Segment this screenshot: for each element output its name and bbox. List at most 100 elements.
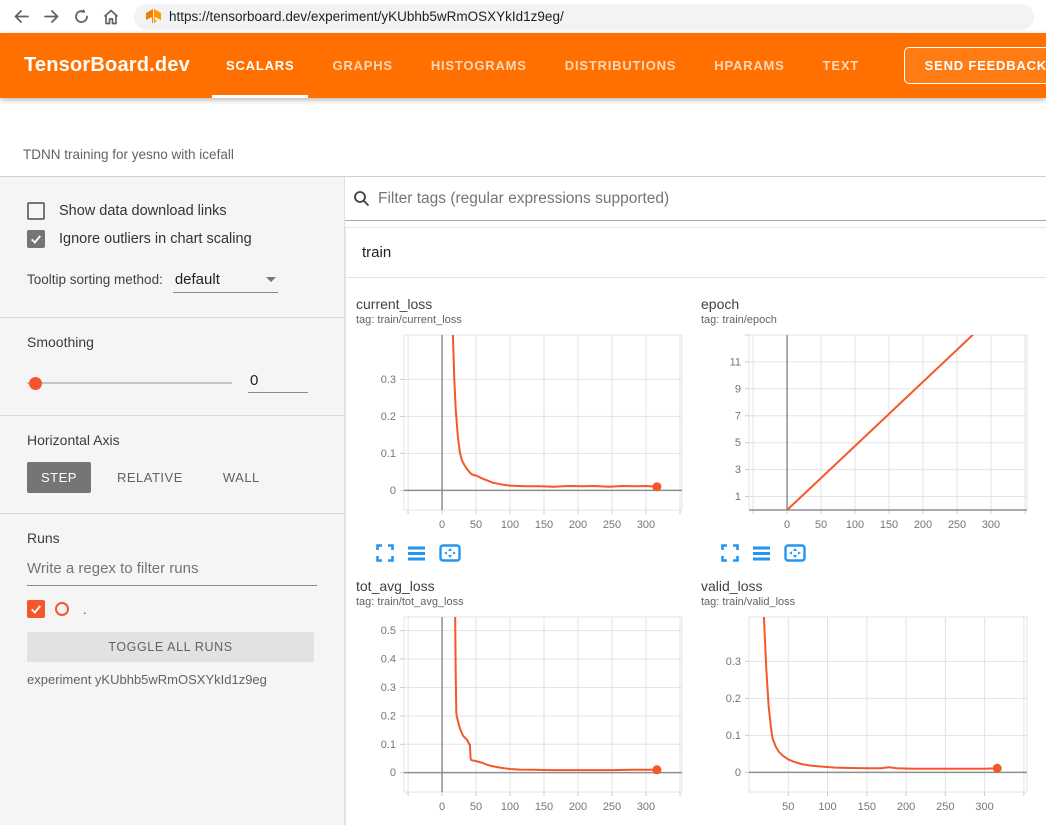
- runs-label: Runs: [27, 530, 317, 546]
- chart-title: valid_loss: [701, 578, 1046, 594]
- svg-text:0: 0: [390, 767, 396, 779]
- horizontal-axis-label: Horizontal Axis: [27, 432, 317, 448]
- chart-epoch: epoch tag: train/epoch 05010015020025030…: [701, 296, 1046, 562]
- svg-text:0: 0: [390, 485, 396, 497]
- svg-text:250: 250: [936, 801, 954, 813]
- svg-text:250: 250: [948, 519, 966, 531]
- nav-tabs: SCALARS GRAPHS HISTOGRAMS DISTRIBUTIONS …: [212, 33, 883, 98]
- run-list-item[interactable]: .: [27, 600, 317, 618]
- back-icon[interactable]: [8, 4, 34, 30]
- runs-filter-input[interactable]: [27, 546, 317, 586]
- send-feedback-button[interactable]: SEND FEEDBACK: [904, 47, 1046, 84]
- line-chart[interactable]: 0501001502002503001357911: [701, 332, 1035, 534]
- toggle-all-runs-button[interactable]: TOGGLE ALL RUNS: [27, 632, 314, 662]
- svg-text:100: 100: [501, 801, 519, 813]
- svg-text:7: 7: [735, 410, 741, 422]
- show-download-links-checkbox[interactable]: [27, 202, 45, 220]
- svg-text:0.2: 0.2: [726, 693, 741, 705]
- chart-title: current_loss: [356, 296, 701, 312]
- ignore-outliers-checkbox[interactable]: [27, 230, 45, 248]
- svg-text:0: 0: [439, 801, 445, 813]
- svg-text:0.5: 0.5: [381, 625, 396, 637]
- url-bar[interactable]: https://tensorboard.dev/experiment/yKUbh…: [134, 4, 1034, 30]
- line-chart[interactable]: 05010015020025030000.10.20.30.40.5: [356, 614, 690, 816]
- svg-text:200: 200: [569, 519, 587, 531]
- svg-text:100: 100: [818, 801, 836, 813]
- expand-chart-icon[interactable]: [376, 544, 394, 562]
- experiment-title-band: TDNN training for yesno with icefall: [0, 98, 1046, 177]
- tab-text[interactable]: TEXT: [809, 33, 873, 98]
- experiment-title: TDNN training for yesno with icefall: [23, 147, 234, 162]
- log-scale-icon[interactable]: [752, 544, 771, 562]
- svg-text:100: 100: [846, 519, 864, 531]
- svg-text:0.4: 0.4: [381, 654, 396, 666]
- settings-sidebar: Show data download links Ignore outliers…: [0, 177, 345, 825]
- svg-text:100: 100: [501, 519, 519, 531]
- expand-chart-icon[interactable]: [721, 544, 739, 562]
- line-chart[interactable]: 05010015020025030000.10.20.3: [356, 332, 690, 534]
- chevron-down-icon: [266, 277, 276, 282]
- chart-title: tot_avg_loss: [356, 578, 701, 594]
- svg-text:150: 150: [858, 801, 876, 813]
- svg-text:200: 200: [569, 801, 587, 813]
- svg-text:0: 0: [439, 519, 445, 531]
- svg-text:50: 50: [815, 519, 827, 531]
- chart-tag: tag: train/tot_avg_loss: [356, 596, 701, 608]
- train-section-card: train current_loss tag: train/current_lo…: [345, 227, 1046, 825]
- svg-text:300: 300: [982, 519, 1000, 531]
- slider-thumb[interactable]: [29, 377, 42, 390]
- svg-text:0.3: 0.3: [381, 682, 396, 694]
- fit-domain-icon[interactable]: [784, 544, 806, 562]
- tab-distributions[interactable]: DISTRIBUTIONS: [551, 33, 691, 98]
- slider-track: [27, 382, 232, 384]
- tab-scalars[interactable]: SCALARS: [212, 33, 308, 98]
- tooltip-sorting-value: default: [175, 271, 220, 288]
- svg-text:300: 300: [975, 801, 993, 813]
- svg-text:250: 250: [603, 801, 621, 813]
- url-text: https://tensorboard.dev/experiment/yKUbh…: [169, 9, 564, 24]
- check-icon: [29, 602, 43, 616]
- line-chart[interactable]: 5010015020025030000.10.20.3: [701, 614, 1035, 816]
- scalars-main-panel: train current_loss tag: train/current_lo…: [345, 177, 1046, 825]
- chart-valid-loss: valid_loss tag: train/valid_loss 50 100 15…: [701, 578, 1046, 825]
- smoothing-label: Smoothing: [27, 334, 317, 350]
- chart-tag: tag: train/valid_loss: [701, 596, 1046, 608]
- app-header: TensorBoard.dev SCALARS GRAPHS HISTOGRAM…: [0, 33, 1046, 98]
- svg-text:300: 300: [637, 801, 655, 813]
- run-checkbox[interactable]: [27, 600, 45, 618]
- svg-text:50: 50: [470, 519, 482, 531]
- forward-icon[interactable]: [38, 4, 64, 30]
- chart-tag: tag: train/epoch: [701, 314, 1046, 326]
- smoothing-slider[interactable]: [27, 376, 232, 390]
- svg-text:11: 11: [730, 356, 741, 368]
- svg-text:200: 200: [897, 801, 915, 813]
- svg-text:0: 0: [784, 519, 790, 531]
- svg-text:0.3: 0.3: [726, 656, 741, 668]
- ignore-outliers-row[interactable]: Ignore outliers in chart scaling: [27, 230, 317, 248]
- axis-wall-button[interactable]: WALL: [209, 462, 274, 493]
- svg-text:150: 150: [535, 519, 553, 531]
- svg-text:250: 250: [603, 519, 621, 531]
- app-logo: TensorBoard.dev: [0, 33, 212, 98]
- axis-step-button[interactable]: STEP: [27, 462, 91, 493]
- svg-text:0.3: 0.3: [381, 374, 396, 386]
- home-icon[interactable]: [98, 4, 124, 30]
- axis-relative-button[interactable]: RELATIVE: [103, 462, 197, 493]
- svg-text:0.1: 0.1: [381, 448, 396, 460]
- log-scale-icon[interactable]: [407, 544, 426, 562]
- section-header[interactable]: train: [346, 228, 1046, 278]
- tag-filter-input[interactable]: [378, 190, 1046, 208]
- smoothing-value-input[interactable]: 0: [248, 372, 308, 393]
- tab-hparams[interactable]: HPARAMS: [700, 33, 798, 98]
- tab-graphs[interactable]: GRAPHS: [318, 33, 406, 98]
- tooltip-sorting-select[interactable]: default: [173, 270, 278, 293]
- reload-icon[interactable]: [68, 4, 94, 30]
- run-name: .: [83, 602, 87, 617]
- fit-domain-icon[interactable]: [439, 544, 461, 562]
- svg-text:1: 1: [735, 491, 741, 503]
- show-download-links-row[interactable]: Show data download links: [27, 202, 317, 220]
- svg-text:50: 50: [782, 801, 794, 813]
- svg-text:0.2: 0.2: [381, 411, 396, 423]
- tensorboard-favicon: [146, 9, 161, 24]
- tab-histograms[interactable]: HISTOGRAMS: [417, 33, 541, 98]
